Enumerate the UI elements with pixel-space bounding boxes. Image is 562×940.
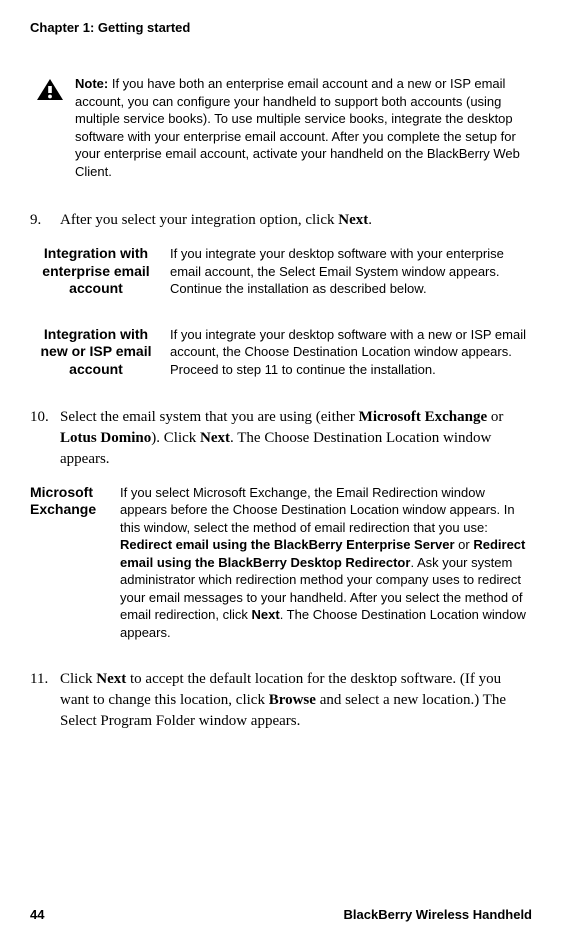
note-block: Note: If you have both an enterprise ema… [30,75,532,180]
option-exchange: Microsoft Exchange If you select Microso… [30,484,532,642]
note-body: If you have both an enterprise email acc… [75,76,520,179]
product-name: BlackBerry Wireless Handheld [344,907,532,922]
option-text: If you integrate your desktop software w… [170,245,532,298]
step-number: 10. [30,407,60,470]
option-isp: Integration with new or ISP email accoun… [30,326,532,379]
page-number: 44 [30,907,44,922]
note-label: Note: [75,76,108,91]
option-text: If you integrate your desktop software w… [170,326,532,379]
option-enterprise: Integration with enterprise email accoun… [30,245,532,298]
step-text: After you select your integration option… [60,210,532,231]
option-label: Microsoft Exchange [30,484,120,642]
step-number: 9. [30,210,60,231]
chapter-header: Chapter 1: Getting started [30,20,532,35]
step-11: 11. Click Next to accept the default loc… [30,669,532,732]
warning-icon [35,77,65,102]
step-number: 11. [30,669,60,732]
note-text: Note: If you have both an enterprise ema… [75,75,532,180]
option-label: Integration with enterprise email accoun… [30,245,170,298]
option-label: Integration with new or ISP email accoun… [30,326,170,379]
step-10: 10. Select the email system that you are… [30,407,532,470]
step-9: 9. After you select your integration opt… [30,210,532,231]
step-text: Select the email system that you are usi… [60,407,532,470]
option-text: If you select Microsoft Exchange, the Em… [120,484,532,642]
step-text: Click Next to accept the default locatio… [60,669,532,732]
page-footer: 44 BlackBerry Wireless Handheld [30,907,532,922]
